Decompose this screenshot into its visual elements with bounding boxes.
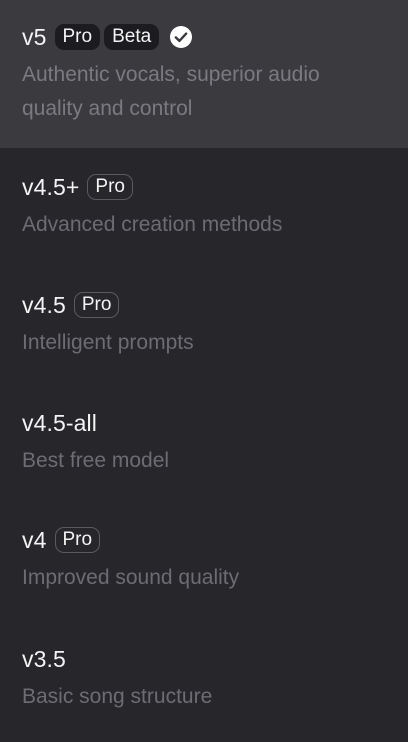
model-name: v3.5: [22, 645, 66, 672]
pro-badge: Pro: [73, 292, 120, 318]
model-option-v4-5[interactable]: v4.5 Pro Intelligent prompts: [0, 288, 408, 388]
model-name: v5: [22, 23, 47, 50]
model-name: v4.5+: [22, 173, 80, 200]
model-description: Authentic vocals, superior audio quality…: [22, 63, 320, 120]
model-title-row: v4.5+ Pro: [22, 170, 408, 204]
model-option-v4-5-plus[interactable]: v4.5+ Pro Advanced creation methods: [0, 170, 408, 270]
beta-badge: Beta: [104, 24, 160, 50]
model-name: v4.5: [22, 291, 66, 318]
model-title-row: v3.5: [22, 642, 408, 676]
pro-badge: Pro: [87, 174, 133, 200]
model-option-v4-5-all[interactable]: v4.5-all Best free model: [0, 406, 408, 506]
pro-badge: Pro: [54, 527, 101, 553]
model-name: v4: [22, 526, 47, 553]
model-option-v4[interactable]: v4 Pro Improved sound quality: [0, 523, 408, 623]
model-option-v3-5[interactable]: v3.5 Basic song structure: [0, 642, 408, 742]
model-description: Intelligent prompts: [22, 331, 194, 354]
model-title-row: v5 Pro Beta: [22, 20, 408, 54]
model-description: Advanced creation methods: [22, 213, 283, 236]
model-title-row: v4.5-all: [22, 406, 408, 440]
model-option-v5[interactable]: v5 Pro Beta Authentic vocals, superior a…: [0, 0, 408, 148]
check-circle-icon: [169, 25, 193, 49]
model-name: v4.5-all: [22, 409, 97, 436]
model-title-row: v4 Pro: [22, 523, 408, 557]
model-description: Best free model: [22, 449, 170, 472]
model-selector-menu: v5 Pro Beta Authentic vocals, superior a…: [0, 0, 408, 742]
model-title-row: v4.5 Pro: [22, 288, 408, 322]
model-description: Basic song structure: [22, 685, 213, 708]
pro-badge: Pro: [54, 24, 101, 50]
model-description: Improved sound quality: [22, 566, 240, 589]
